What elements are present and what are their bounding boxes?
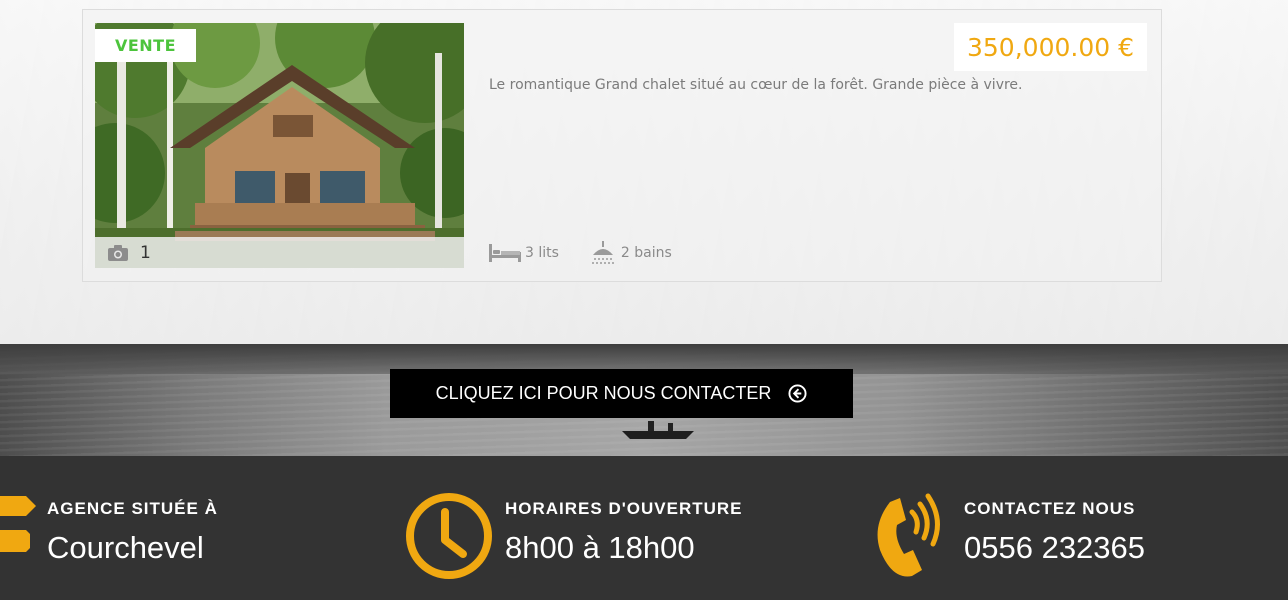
bed-icon	[489, 244, 521, 262]
baths-feature: 2 bains	[589, 241, 672, 265]
hours-value: 8h00 à 18h00	[505, 530, 695, 565]
listing-features: 3 lits 2 bains	[489, 241, 702, 265]
listing-price: 350,000.00 €	[954, 23, 1147, 71]
arrow-circle-left-icon	[788, 384, 807, 403]
sale-badge: VENTE	[95, 29, 196, 62]
listing-description: Le romantique Grand chalet situé au cœur…	[489, 77, 1023, 93]
photo-count-bar: 1	[95, 237, 464, 268]
beds-feature: 3 lits	[489, 244, 559, 262]
camera-icon	[108, 244, 128, 261]
footer-info-bar: AGENCE SITUÉE À Courchevel HORAIRES D'OU…	[0, 456, 1288, 600]
contact-label: CONTACTEZ NOUS	[964, 499, 1136, 518]
map-pointer-icon	[0, 496, 36, 552]
location-label: AGENCE SITUÉE À	[47, 499, 218, 518]
clock-icon	[406, 493, 492, 579]
listing-photo[interactable]: VENTE 1	[95, 23, 464, 268]
shower-icon	[591, 241, 614, 264]
photo-count: 1	[140, 242, 151, 263]
phone-icon	[877, 493, 940, 577]
listing-card[interactable]: VENTE 1 350,000.00 € Le romantique Grand…	[82, 9, 1162, 282]
contact-button-label: CLIQUEZ ICI POUR NOUS CONTACTER	[435, 383, 772, 403]
location-value: Courchevel	[47, 530, 204, 565]
contact-button[interactable]: CLIQUEZ ICI POUR NOUS CONTACTER	[390, 369, 853, 418]
contact-value[interactable]: 0556 232365	[964, 530, 1145, 566]
hours-label: HORAIRES D'OUVERTURE	[505, 499, 743, 518]
baths-label: 2 bains	[620, 245, 672, 261]
beds-label: 3 lits	[525, 245, 559, 261]
boat-image	[622, 421, 694, 439]
